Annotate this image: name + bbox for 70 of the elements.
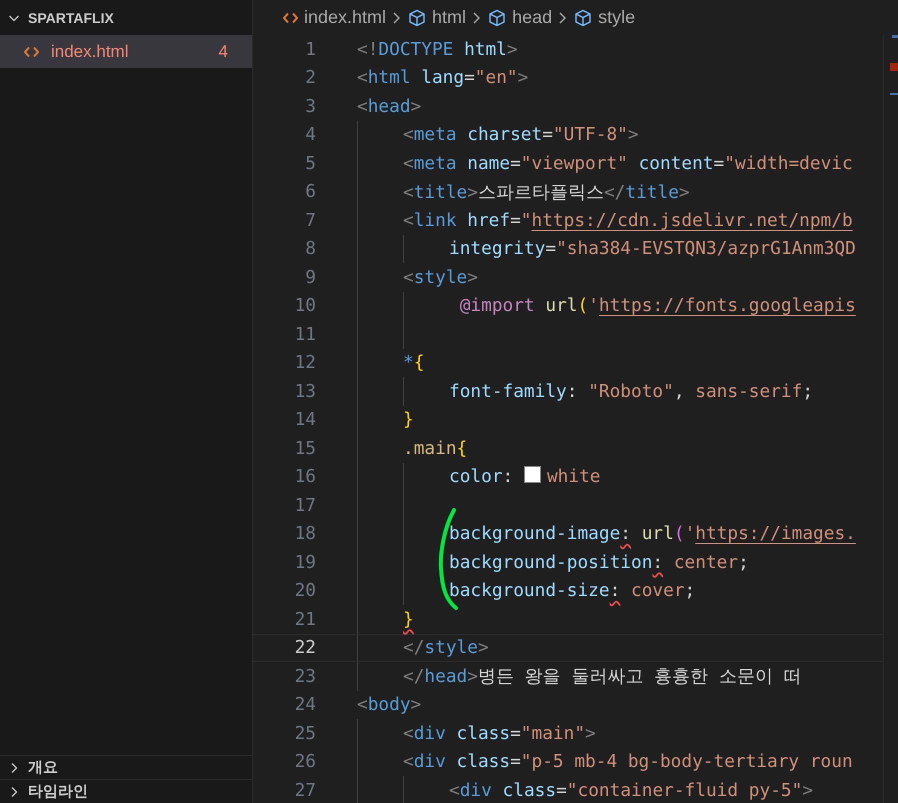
- code-text: @import url('https://fonts.googleapis: [458, 295, 856, 316]
- code-text: <div class="container-fluid py-5">: [449, 780, 814, 801]
- line-number: 9: [304, 266, 316, 288]
- line-number: 15: [294, 438, 316, 459]
- code-brackets-icon: [283, 12, 298, 24]
- color-swatch[interactable]: [524, 466, 541, 484]
- code-text: <title>스파르타플릭스</title>: [403, 180, 690, 204]
- line-number: 27: [294, 780, 316, 801]
- code-text: <div class="main">: [403, 722, 596, 744]
- line-number: 4: [304, 124, 316, 146]
- line-number: 3: [304, 96, 316, 117]
- line-number: 20: [294, 580, 316, 602]
- cube-icon: [408, 8, 426, 26]
- line-number: 25: [294, 722, 316, 744]
- line-number: 8: [304, 238, 316, 260]
- line-number: 16: [294, 466, 316, 488]
- code-text: <body>: [357, 694, 422, 716]
- chevron-icon: [558, 10, 568, 24]
- folder-header[interactable]: SPARTAFLIX: [0, 0, 252, 35]
- panel-section-header[interactable]: 타임라인: [0, 779, 252, 803]
- code-text: <style>: [403, 266, 478, 288]
- line-number: 2: [304, 67, 316, 88]
- problem-count: 4: [218, 42, 228, 62]
- code-text: }: [403, 608, 414, 630]
- line-number: 13: [294, 380, 316, 402]
- line-number: 23: [294, 666, 316, 687]
- code-text: .main{: [403, 438, 468, 459]
- code-text: background-position: center;: [449, 552, 749, 573]
- code-text: <meta name="viewport" content="width=devic: [403, 152, 853, 174]
- code-text: <!DOCTYPE html>: [357, 38, 518, 60]
- cube-icon: [574, 8, 592, 26]
- chevron-icon: [392, 10, 402, 24]
- line-number: 17: [294, 494, 316, 516]
- line-number: 6: [304, 181, 316, 202]
- line-number: 12: [294, 352, 316, 374]
- breadcrumb-item[interactable]: style: [574, 7, 636, 28]
- code-text: <html lang="en">: [357, 67, 528, 88]
- code-text: *{: [403, 352, 424, 374]
- code-text: </style>: [403, 637, 489, 658]
- code-text: integrity="sha384-EVSTQN3/azprG1Anm3QD: [449, 238, 856, 260]
- code-text: font-family: "Roboto", sans-serif;: [449, 380, 814, 402]
- line-number: 11: [294, 324, 316, 345]
- chevron-icon: [472, 10, 482, 24]
- line-number: 14: [294, 409, 316, 430]
- code-text: <head>: [357, 96, 422, 117]
- line-number: 24: [294, 694, 316, 716]
- code-text: </head>병든 왕을 둘러싸고 흉흉한 소문이 떠: [403, 665, 802, 688]
- line-number: 21: [294, 608, 316, 630]
- breadcrumb-item[interactable]: html: [408, 7, 466, 28]
- line-number: 18: [294, 523, 316, 544]
- breadcrumb-item[interactable]: head: [488, 7, 552, 28]
- code-text: background-image: url('https://images.: [449, 523, 856, 544]
- code-text: <div class="p-5 mb-4 bg-body-tertiary roun: [403, 751, 853, 772]
- line-number: 10: [294, 295, 316, 316]
- cube-icon: [488, 8, 506, 26]
- line-number: 22: [294, 637, 316, 658]
- code-brackets-icon: [24, 46, 39, 58]
- breadcrumb-item[interactable]: index.html: [283, 7, 386, 28]
- code-text: background-size: cover;: [449, 580, 696, 602]
- line-number: 7: [304, 210, 316, 231]
- code-text: color: white: [449, 466, 600, 488]
- code-text: }: [403, 409, 414, 430]
- code-text: <meta charset="UTF-8">: [403, 124, 639, 146]
- panel-section-header[interactable]: 개요: [0, 755, 252, 779]
- code-text: <link href="https://cdn.jsdelivr.net/npm/b: [403, 210, 853, 231]
- line-number: 1: [304, 38, 316, 60]
- file-item[interactable]: index.html 4: [0, 35, 252, 68]
- line-number: 5: [304, 152, 316, 174]
- line-number: 26: [294, 751, 316, 772]
- line-number: 19: [294, 552, 316, 573]
